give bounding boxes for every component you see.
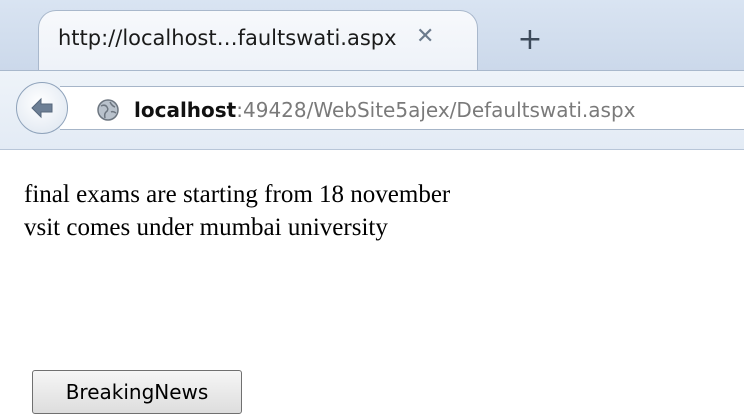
new-tab-button[interactable]: + bbox=[510, 20, 550, 60]
url-host: localhost bbox=[134, 98, 237, 122]
news-line: vsit comes under mumbai university bbox=[24, 214, 388, 241]
tab-close-icon[interactable]: ✕ bbox=[416, 24, 434, 49]
back-arrow-icon bbox=[31, 97, 53, 119]
back-button[interactable] bbox=[16, 82, 68, 134]
breaking-news-button[interactable]: BreakingNews bbox=[32, 370, 242, 414]
globe-icon bbox=[97, 99, 119, 121]
page-content: final exams are starting from 18 novembe… bbox=[24, 178, 450, 244]
news-line: final exams are starting from 18 novembe… bbox=[24, 181, 451, 208]
url-path: :49428/WebSite5ajex/Defaultswati.aspx bbox=[236, 98, 636, 122]
tab-title: http://localhost…faultswati.aspx bbox=[58, 26, 397, 50]
url-text[interactable]: localhost:49428/WebSite5ajex/Defaultswat… bbox=[134, 98, 636, 122]
